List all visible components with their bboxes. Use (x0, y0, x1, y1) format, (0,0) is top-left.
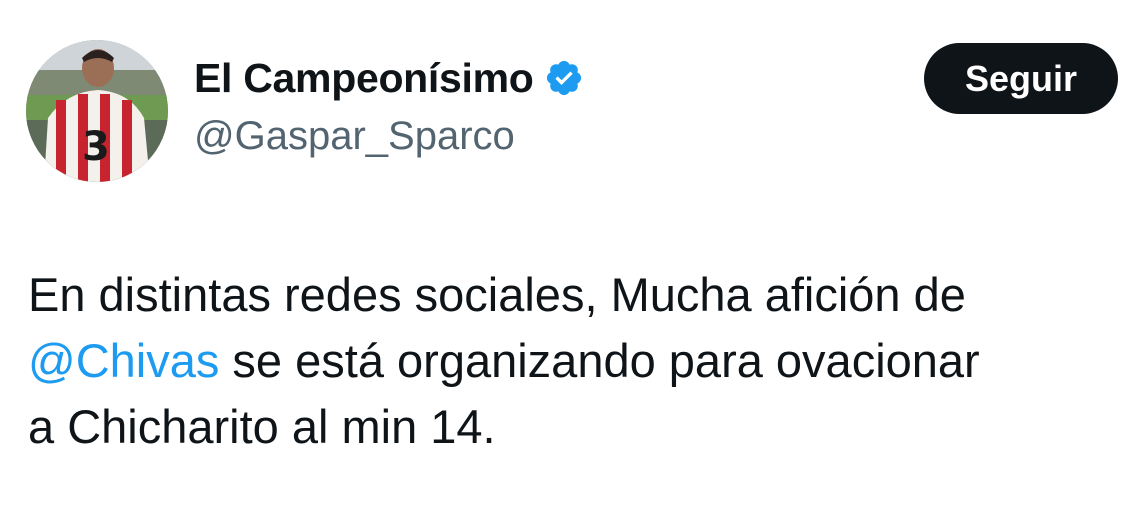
tweet-text-line-3: a Chicharito al min 14. (28, 400, 496, 453)
tweet-text-line-1: En distintas redes sociales, Mucha afici… (28, 268, 966, 321)
verified-badge-icon[interactable] (544, 58, 584, 98)
tweet-text-line-2: @Chivas se está organizando para ovacion… (28, 328, 1118, 394)
display-name-row: El Campeonísimo (194, 52, 584, 104)
author-handle[interactable]: @Gaspar_Sparco (194, 114, 584, 159)
follow-button[interactable]: Seguir (924, 43, 1118, 114)
author-display-name[interactable]: El Campeonísimo (194, 55, 534, 102)
profile-photo: 3 (26, 40, 168, 182)
tweet-card: 3 El Campeonísimo @Gaspar_Sparco Seguir … (0, 0, 1131, 510)
mention-link[interactable]: @Chivas (28, 334, 219, 387)
tweet-text: En distintas redes sociales, Mucha afici… (28, 262, 1118, 460)
tweet-text-line-2-rest: se está organizando para ovacionar (219, 334, 980, 387)
author-names: El Campeonísimo @Gaspar_Sparco (194, 52, 584, 159)
svg-text:3: 3 (82, 124, 110, 170)
avatar[interactable]: 3 (26, 40, 168, 182)
